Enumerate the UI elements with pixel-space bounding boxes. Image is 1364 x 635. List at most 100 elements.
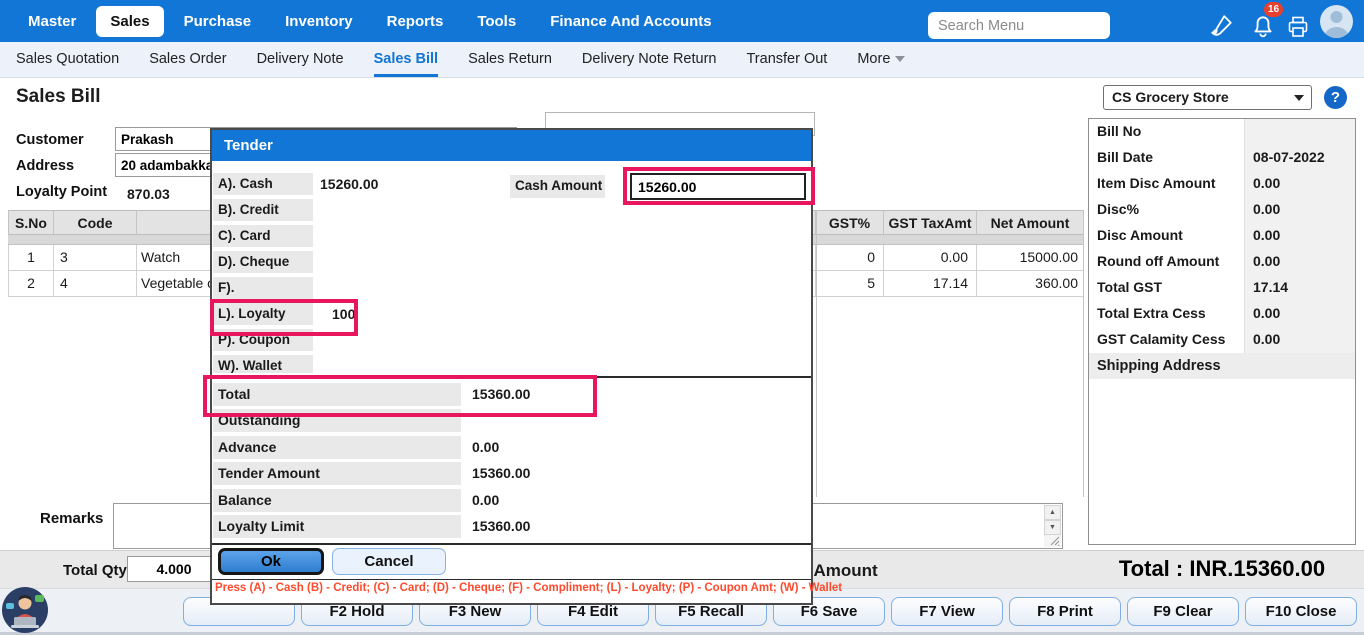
menu-tools[interactable]: Tools [463, 6, 530, 37]
search-input[interactable] [928, 12, 1110, 39]
resize-grip-icon[interactable] [1050, 536, 1060, 546]
tender-amount-value: 15360.00 [472, 462, 530, 485]
round-off-amount-label: Round off Amount [1089, 249, 1245, 275]
tab-transfer-out[interactable]: Transfer Out [746, 42, 827, 77]
disc-amount-value: 0.00 [1245, 223, 1355, 249]
top-navbar: Master Sales Purchase Inventory Reports … [0, 0, 1364, 42]
total-qty-label: Total Qty [63, 562, 127, 579]
page-title: Sales Bill [16, 86, 101, 108]
user-avatar-icon [1320, 5, 1353, 38]
pay-compliment-label[interactable]: F). Compliment [213, 277, 313, 299]
table-grid-line [1083, 210, 1084, 497]
cash-amount-input[interactable] [630, 173, 806, 200]
grand-total: Total : INR.15360.00 [1088, 556, 1356, 582]
item-disc-amount-value: 0.00 [1245, 171, 1355, 197]
row2-gst-taxamt: 17.14 [884, 271, 977, 297]
col-header-sno: S.No [8, 210, 54, 235]
tab-sales-order[interactable]: Sales Order [149, 42, 226, 77]
pay-cheque-label[interactable]: D). Cheque [213, 251, 313, 273]
tender-advance-value: 0.00 [472, 436, 499, 459]
tab-more-label: More [857, 51, 890, 67]
theme-brush-icon[interactable] [1208, 13, 1234, 39]
row1-net-amount: 15000.00 [977, 245, 1084, 271]
tab-more[interactable]: More [857, 42, 905, 77]
pay-coupon-amt-label[interactable]: P). Coupon Amt [213, 329, 313, 351]
total-extra-cess-value: 0.00 [1245, 301, 1355, 327]
tab-delivery-note[interactable]: Delivery Note [257, 42, 344, 77]
col-header-net-amount: Net Amount [977, 210, 1084, 235]
menu-sales[interactable]: Sales [96, 6, 163, 37]
total-gst-value: 17.14 [1245, 275, 1355, 301]
scroll-up-icon[interactable]: ▲ [1044, 505, 1061, 520]
item-disc-amount-label: Item Disc Amount [1089, 171, 1245, 197]
pay-card-label[interactable]: C). Card [213, 225, 313, 247]
store-selector[interactable]: CS Grocery Store [1103, 85, 1312, 110]
bill-summary-panel: Bill No Bill Date08-07-2022 Item Disc Am… [1088, 118, 1356, 545]
address-label: Address [16, 158, 74, 174]
round-off-amount-value: 0.00 [1245, 249, 1355, 275]
f8-print-button[interactable]: F8 Print [1009, 597, 1121, 626]
tender-loyalty-limit-value: 15360.00 [472, 515, 530, 538]
total-gst-label: Total GST [1089, 275, 1245, 301]
menu-reports[interactable]: Reports [373, 6, 458, 37]
row2-code: 4 [54, 271, 137, 297]
pay-credit-label[interactable]: B). Credit [213, 199, 313, 221]
menu-inventory[interactable]: Inventory [271, 6, 367, 37]
menu-purchase[interactable]: Purchase [170, 6, 266, 37]
tab-sales-return[interactable]: Sales Return [468, 42, 552, 77]
shipping-address-header: Shipping Address [1089, 353, 1355, 379]
table-grid-line [816, 210, 817, 497]
gst-calamity-cess-value: 0.00 [1245, 327, 1355, 353]
dialog-separator [212, 579, 811, 580]
help-button[interactable]: ? [1324, 86, 1347, 109]
cancel-button[interactable]: Cancel [332, 548, 446, 575]
ok-button[interactable]: Ok [218, 548, 324, 575]
col-header-gst-taxamt: GST TaxAmt [884, 210, 977, 235]
pay-cash-label[interactable]: A). Cash [213, 173, 313, 195]
scroll-down-icon[interactable]: ▼ [1044, 520, 1061, 535]
dialog-separator [212, 543, 811, 545]
tab-sales-bill[interactable]: Sales Bill [374, 42, 438, 77]
pay-cash-value: 15260.00 [320, 173, 378, 195]
disc-amount-label: Disc Amount [1089, 223, 1245, 249]
support-chat-icon[interactable] [2, 587, 48, 633]
tender-outstanding-label: Outstanding [213, 409, 461, 432]
pay-loyalty-label[interactable]: L). Loyalty [213, 303, 313, 325]
tender-total-label: Total [213, 383, 461, 406]
tender-total-value: 15360.00 [472, 383, 530, 406]
f9-clear-button[interactable]: F9 Clear [1127, 597, 1239, 626]
pay-loyalty-value: 100 [332, 303, 355, 325]
row1-gst-taxamt: 0.00 [884, 245, 977, 271]
main-menu: Master Sales Purchase Inventory Reports … [0, 6, 726, 37]
tender-balance-label: Balance [213, 489, 461, 512]
tender-dialog-title: Tender [212, 130, 811, 161]
menu-master[interactable]: Master [14, 6, 90, 37]
disc-percent-label: Disc% [1089, 197, 1245, 223]
tab-sales-quotation[interactable]: Sales Quotation [16, 42, 119, 77]
remarks-label: Remarks [40, 510, 103, 527]
row2-gst: 5 [816, 271, 884, 297]
printer-icon[interactable] [1286, 15, 1310, 39]
row1-gst: 0 [816, 245, 884, 271]
tender-shortcut-hint: Press (A) - Cash (B) - Credit; (C) - Car… [215, 582, 807, 594]
user-avatar[interactable] [1320, 5, 1353, 38]
pay-wallet-label[interactable]: W). Wallet [213, 355, 313, 373]
loyalty-point-value: 870.03 [127, 186, 170, 202]
chevron-down-icon [895, 56, 905, 62]
col-header-gst: GST% [816, 210, 884, 235]
row2-net-amount: 360.00 [977, 271, 1084, 297]
tender-amount-label: Tender Amount [213, 462, 461, 485]
bill-no-value [1245, 119, 1355, 145]
menu-finance-and-accounts[interactable]: Finance And Accounts [536, 6, 725, 37]
bill-date-value: 08-07-2022 [1245, 145, 1355, 171]
total-qty-input[interactable] [127, 556, 216, 582]
tender-advance-label: Advance [213, 436, 461, 459]
tab-delivery-note-return[interactable]: Delivery Note Return [582, 42, 717, 77]
row1-sno: 1 [8, 245, 54, 271]
sales-subnav: Sales Quotation Sales Order Delivery Not… [0, 42, 1364, 78]
f10-close-button[interactable]: F10 Close [1245, 597, 1357, 626]
row2-sno: 2 [8, 271, 54, 297]
tender-loyalty-limit-label: Loyalty Limit [213, 515, 461, 538]
cash-amount-label: Cash Amount [510, 175, 605, 198]
f7-view-button[interactable]: F7 View [891, 597, 1003, 626]
